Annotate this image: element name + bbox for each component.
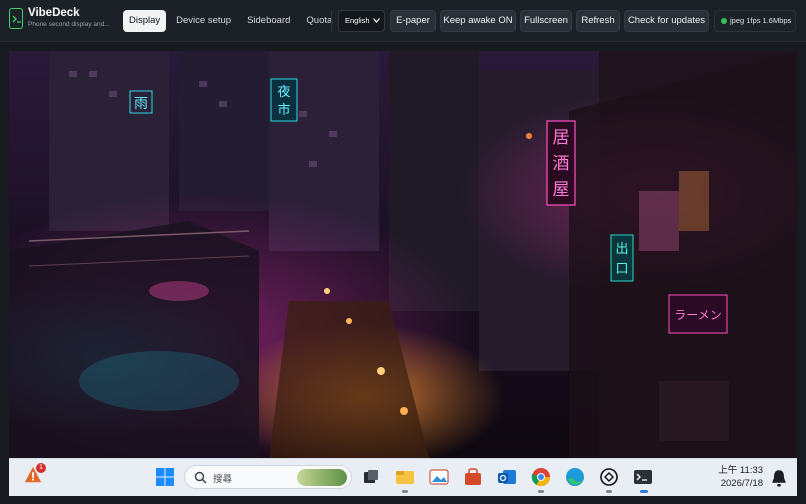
tab-device-setup[interactable]: Device setup <box>170 10 237 32</box>
search-input[interactable]: 搜尋 <box>184 465 352 489</box>
windows-taskbar: 1 搜尋 上午 11:33 2026/7/18 <box>9 458 797 496</box>
start-icon[interactable] <box>155 467 175 487</box>
chrome-icon[interactable] <box>531 467 551 487</box>
search-highlight-image <box>297 469 347 486</box>
app-subtitle: Phone second display and... <box>28 21 110 28</box>
running-indicator <box>402 490 408 493</box>
chatgpt-icon[interactable] <box>599 467 619 487</box>
wallpaper-image: 雨 夜 市 居 酒 屋 出 口 ラーメン <box>9 51 797 458</box>
search-placeholder: 搜尋 <box>213 474 233 485</box>
tab-bar: Display Device setup Sideboard Quota <box>123 10 338 32</box>
refresh-button[interactable]: Refresh <box>576 10 620 32</box>
status-dot-icon <box>721 18 727 24</box>
active-indicator <box>640 490 648 493</box>
tab-quota[interactable]: Quota <box>300 10 338 32</box>
stream-status-text: jpeg 1fps 1.6Mbps <box>730 16 792 25</box>
mirrored-display[interactable]: 雨 夜 市 居 酒 屋 出 口 ラーメン 1 搜尋 上午 11:33 2026/… <box>9 51 797 496</box>
running-indicator <box>606 490 612 493</box>
language-select-value: English <box>345 16 370 25</box>
svg-text:口: 口 <box>615 261 628 276</box>
svg-text:屋: 屋 <box>553 180 570 199</box>
task-view-icon[interactable] <box>361 467 381 487</box>
check-updates-button[interactable]: Check for updates <box>624 10 709 32</box>
e-paper-button[interactable]: E-paper <box>390 10 436 32</box>
tab-sideboard[interactable]: Sideboard <box>241 10 296 32</box>
language-select[interactable]: English <box>338 10 385 32</box>
file-explorer-icon[interactable] <box>395 467 415 487</box>
clock-time: 上午 11:33 <box>718 465 763 476</box>
store-icon[interactable] <box>463 467 483 487</box>
edge-icon[interactable] <box>565 467 585 487</box>
svg-text:酒: 酒 <box>553 154 570 173</box>
stream-status: jpeg 1fps 1.6Mbps <box>714 10 796 32</box>
svg-text:出: 出 <box>615 241 628 256</box>
search-icon <box>194 471 207 484</box>
svg-text:居: 居 <box>553 128 570 147</box>
svg-text:夜: 夜 <box>277 84 290 99</box>
neon-sign-rain: 雨 <box>134 95 148 111</box>
divider <box>331 10 332 32</box>
keep-awake-button[interactable]: Keep awake ON <box>440 10 516 32</box>
notification-badge: 1 <box>36 463 46 473</box>
fullscreen-button[interactable]: Fullscreen <box>520 10 572 32</box>
svg-text:市: 市 <box>277 102 290 117</box>
system-clock[interactable]: 上午 11:33 2026/7/18 <box>715 464 763 490</box>
terminal-icon[interactable] <box>633 467 653 487</box>
photos-icon[interactable] <box>429 467 449 487</box>
top-bar: VibeDeck Phone second display and... Dis… <box>0 0 806 42</box>
tab-display[interactable]: Display <box>123 10 167 32</box>
neon-sign-ramen: ラーメン <box>674 308 722 322</box>
chevron-down-icon <box>373 18 380 23</box>
app-title: VibeDeck <box>28 7 80 19</box>
running-indicator <box>538 490 544 493</box>
clock-date: 2026/7/18 <box>720 478 763 489</box>
notification-bell-icon[interactable] <box>769 469 789 489</box>
terminal-logo-icon <box>9 8 23 29</box>
outlook-icon[interactable] <box>497 467 517 487</box>
